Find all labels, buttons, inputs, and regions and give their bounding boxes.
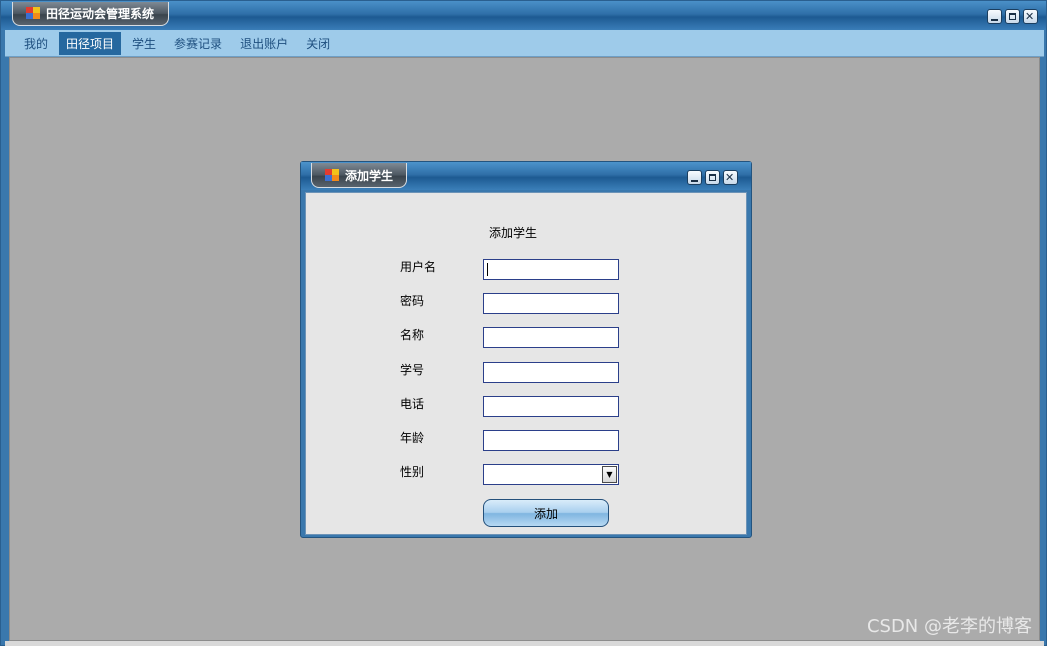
app-title: 田径运动会管理系统 <box>46 7 155 21</box>
name-label: 名称 <box>400 328 425 342</box>
form-heading: 添加学生 <box>489 226 538 240</box>
app-logo-icon <box>325 168 340 182</box>
dialog-title: 添加学生 <box>345 168 394 183</box>
dialog-title-tab: 添加学生 <box>311 163 408 188</box>
app-logo-icon <box>26 7 41 20</box>
password-field[interactable] <box>483 293 619 314</box>
main-title-tab: 田径运动会管理系统 <box>12 2 170 26</box>
username-field[interactable] <box>483 259 619 280</box>
menu-item-track-events[interactable]: 田径项目 <box>59 31 122 55</box>
age-field[interactable] <box>483 430 619 451</box>
dialog-titlebar[interactable]: 添加学生 ✕ <box>301 162 751 190</box>
main-titlebar[interactable]: 田径运动会管理系统 ✕ <box>1 1 1046 30</box>
password-label: 密码 <box>400 294 425 308</box>
bottom-border <box>5 641 1044 646</box>
menu-item-close[interactable]: 关闭 <box>299 32 337 55</box>
watermark: CSDN @老李的博客 <box>866 616 1032 637</box>
student-id-label: 学号 <box>400 363 425 377</box>
name-field[interactable] <box>483 327 619 348</box>
minimize-icon[interactable] <box>687 170 702 185</box>
menu-item-students[interactable]: 学生 <box>125 32 163 55</box>
main-window-controls: ✕ <box>987 9 1038 24</box>
close-icon[interactable]: ✕ <box>723 170 738 185</box>
main-window: 田径运动会管理系统 ✕ 我的 田径项目 学生 参赛记录 退出账户 关闭 添加学生… <box>0 0 1047 646</box>
dialog-body: 添加学生 用户名 密码 名称 学号 电话 年龄 性别 ▼ 添加 <box>305 192 747 535</box>
minimize-icon[interactable] <box>987 9 1002 24</box>
text-caret <box>487 263 488 276</box>
chevron-down-icon[interactable]: ▼ <box>602 466 617 483</box>
menu-bar: 我的 田径项目 学生 参赛记录 退出账户 关闭 <box>5 30 1044 57</box>
age-label: 年龄 <box>400 431 425 445</box>
maximize-icon[interactable] <box>705 170 720 185</box>
menu-item-logout[interactable]: 退出账户 <box>233 32 295 55</box>
close-icon[interactable]: ✕ <box>1023 9 1038 24</box>
student-id-field[interactable] <box>483 362 619 383</box>
add-student-dialog: 添加学生 ✕ 添加学生 用户名 密码 名称 学号 电话 年龄 性别 ▼ 添加 <box>300 161 752 538</box>
phone-field[interactable] <box>483 396 619 417</box>
gender-select[interactable]: ▼ <box>483 464 619 485</box>
phone-label: 电话 <box>400 397 425 411</box>
gender-label: 性别 <box>400 465 425 479</box>
add-button[interactable]: 添加 <box>483 499 609 527</box>
menu-item-entry-records[interactable]: 参赛记录 <box>167 32 229 55</box>
menu-item-mine[interactable]: 我的 <box>17 32 55 55</box>
username-label: 用户名 <box>400 260 437 274</box>
maximize-icon[interactable] <box>1005 9 1020 24</box>
dialog-window-controls: ✕ <box>687 170 738 185</box>
